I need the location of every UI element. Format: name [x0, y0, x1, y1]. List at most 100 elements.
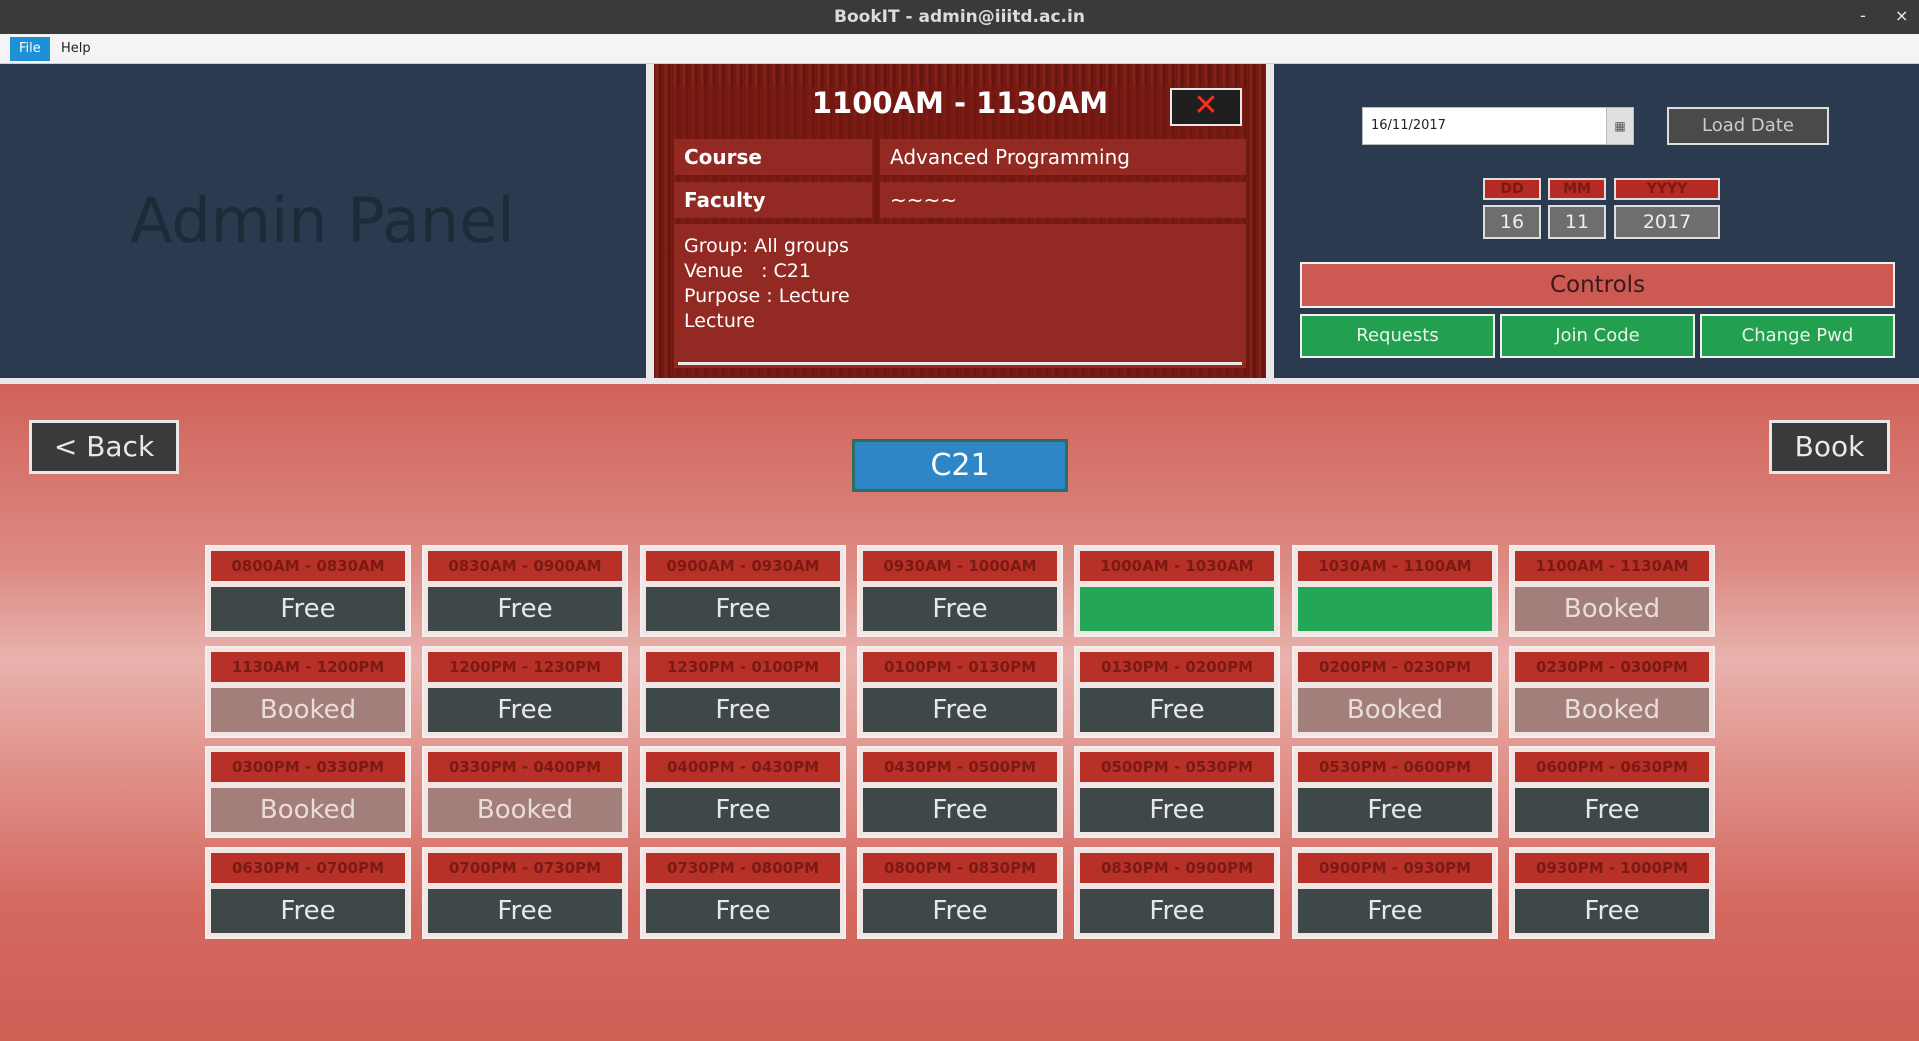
slot-status-button[interactable]: Booked	[428, 788, 622, 832]
slot-status-button[interactable]: Free	[1298, 788, 1492, 832]
slot-cell[interactable]: 0100PM - 0130PM Free	[857, 646, 1063, 738]
slot-time: 0430PM - 0500PM	[863, 752, 1057, 782]
faculty-label: Faculty	[674, 182, 872, 218]
slot-status-button[interactable]: Free	[1080, 688, 1274, 732]
slot-status-button[interactable]: Free	[428, 889, 622, 933]
slot-status-button[interactable]: Free	[646, 889, 840, 933]
slot-time: 0400PM - 0430PM	[646, 752, 840, 782]
date-input[interactable]: 16/11/2017	[1362, 107, 1634, 145]
slot-status-button[interactable]: Free	[1080, 788, 1274, 832]
slot-status-button[interactable]: Booked	[1515, 688, 1709, 732]
slot-status-button[interactable]: Free	[211, 889, 405, 933]
slot-time: 0830PM - 0900PM	[1080, 853, 1274, 883]
slot-time: 1100AM - 1130AM	[1515, 551, 1709, 581]
slot-time: 1130AM - 1200PM	[211, 652, 405, 682]
join-code-button[interactable]: Join Code	[1500, 314, 1695, 358]
slot-cell[interactable]: 0930AM - 1000AM Free	[857, 545, 1063, 637]
slot-status-button[interactable]: Free	[1080, 889, 1274, 933]
slot-status-button[interactable]: Booked	[211, 688, 405, 732]
slot-cell[interactable]: 0930PM - 1000PM Free	[1509, 847, 1715, 939]
slot-status-button[interactable]: Free	[1298, 889, 1492, 933]
slot-time: 0830AM - 0900AM	[428, 551, 622, 581]
slot-status-button[interactable]: Booked	[1515, 587, 1709, 631]
dd-label: DD	[1483, 178, 1541, 200]
slot-status-button[interactable]: Free	[428, 587, 622, 631]
yyyy-field[interactable]: 2017	[1614, 205, 1720, 239]
slot-time: 0200PM - 0230PM	[1298, 652, 1492, 682]
slot-cell[interactable]: 1230PM - 0100PM Free	[640, 646, 846, 738]
slot-status-button[interactable]: Free	[863, 587, 1057, 631]
slot-time: 0900PM - 0930PM	[1298, 853, 1492, 883]
dd-field[interactable]: 16	[1483, 205, 1541, 239]
change-password-button[interactable]: Change Pwd	[1700, 314, 1895, 358]
menu-help[interactable]: Help	[52, 37, 100, 61]
mm-field[interactable]: 11	[1548, 205, 1606, 239]
slot-time: 0730PM - 0800PM	[646, 853, 840, 883]
slot-cell[interactable]: 0230PM - 0300PM Booked	[1509, 646, 1715, 738]
slot-time: 0130PM - 0200PM	[1080, 652, 1274, 682]
menu-file[interactable]: File	[10, 37, 50, 61]
slot-cell[interactable]: 0300PM - 0330PM Booked	[205, 746, 411, 838]
slot-status-button[interactable]: Free	[863, 788, 1057, 832]
book-button[interactable]: Book	[1769, 420, 1890, 474]
slot-cell[interactable]: 0830PM - 0900PM Free	[1074, 847, 1280, 939]
calendar-icon[interactable]: ▦	[1606, 108, 1633, 144]
slot-time: 0930PM - 1000PM	[1515, 853, 1709, 883]
slot-status-button[interactable]: Free	[646, 788, 840, 832]
slot-cell[interactable]: 0430PM - 0500PM Free	[857, 746, 1063, 838]
load-date-button[interactable]: Load Date	[1667, 107, 1829, 145]
slot-cell[interactable]: 1130AM - 1200PM Booked	[205, 646, 411, 738]
slot-status-button[interactable]: Free	[1515, 889, 1709, 933]
slot-cell[interactable]: 0500PM - 0530PM Free	[1074, 746, 1280, 838]
slot-cell[interactable]: 0400PM - 0430PM Free	[640, 746, 846, 838]
faculty-value: ~~~~	[880, 182, 1246, 218]
admin-panel-area: Admin Panel	[0, 64, 646, 378]
slot-status-button[interactable]: Booked	[211, 788, 405, 832]
yyyy-label: YYYY	[1614, 178, 1720, 200]
slot-status-button[interactable]: Free	[863, 688, 1057, 732]
slot-cell[interactable]: 0600PM - 0630PM Free	[1509, 746, 1715, 838]
slot-cell[interactable]: 0330PM - 0400PM Booked	[422, 746, 628, 838]
slot-cell[interactable]: 0200PM - 0230PM Booked	[1292, 646, 1498, 738]
slot-cell[interactable]: 0530PM - 0600PM Free	[1292, 746, 1498, 838]
slot-cell[interactable]: 0800AM - 0830AM Free	[205, 545, 411, 637]
slot-cell[interactable]: 0900AM - 0930AM Free	[640, 545, 846, 637]
slot-status-button[interactable]: Free	[428, 688, 622, 732]
slot-cell[interactable]: 1000AM - 1030AM	[1074, 545, 1280, 637]
slot-cell[interactable]: 0130PM - 0200PM Free	[1074, 646, 1280, 738]
minimize-button[interactable]: -	[1860, 6, 1866, 25]
popup-close-button[interactable]: ✕	[1170, 88, 1242, 126]
slot-time: 1200PM - 1230PM	[428, 652, 622, 682]
slot-time: 0530PM - 0600PM	[1298, 752, 1492, 782]
slot-cell[interactable]: 0630PM - 0700PM Free	[205, 847, 411, 939]
slot-time: 0800PM - 0830PM	[863, 853, 1057, 883]
back-button[interactable]: < Back	[29, 420, 179, 474]
slot-time: 0100PM - 0130PM	[863, 652, 1057, 682]
slot-status-button[interactable]	[1298, 587, 1492, 631]
slot-cell[interactable]: 0900PM - 0930PM Free	[1292, 847, 1498, 939]
slot-status-button[interactable]: Booked	[1298, 688, 1492, 732]
slot-cell[interactable]: 0830AM - 0900AM Free	[422, 545, 628, 637]
close-window-button[interactable]: ×	[1895, 6, 1908, 25]
menu-bar: File Help	[0, 34, 1919, 64]
requests-button[interactable]: Requests	[1300, 314, 1495, 358]
slot-status-button[interactable]: Free	[1515, 788, 1709, 832]
course-label: Course	[674, 139, 872, 175]
slot-time: 0600PM - 0630PM	[1515, 752, 1709, 782]
slot-cell[interactable]: 0700PM - 0730PM Free	[422, 847, 628, 939]
slot-status-button[interactable]: Free	[863, 889, 1057, 933]
room-label: C21	[852, 439, 1068, 492]
slot-cell[interactable]: 0730PM - 0800PM Free	[640, 847, 846, 939]
slot-cell[interactable]: 1030AM - 1100AM	[1292, 545, 1498, 637]
slot-status-button[interactable]	[1080, 587, 1274, 631]
slot-status-button[interactable]: Free	[646, 587, 840, 631]
slot-status-button[interactable]: Free	[646, 688, 840, 732]
slot-time: 0900AM - 0930AM	[646, 551, 840, 581]
booking-details-text: Group: All groups Venue : C21 Purpose : …	[674, 224, 1246, 368]
slot-cell[interactable]: 1200PM - 1230PM Free	[422, 646, 628, 738]
title-bar: BookIT - admin@iiitd.ac.in - ×	[0, 0, 1919, 34]
booking-details-popup: 1100AM - 1130AM ✕ Course Advanced Progra…	[654, 64, 1266, 378]
slot-status-button[interactable]: Free	[211, 587, 405, 631]
slot-cell[interactable]: 0800PM - 0830PM Free	[857, 847, 1063, 939]
slot-cell[interactable]: 1100AM - 1130AM Booked	[1509, 545, 1715, 637]
